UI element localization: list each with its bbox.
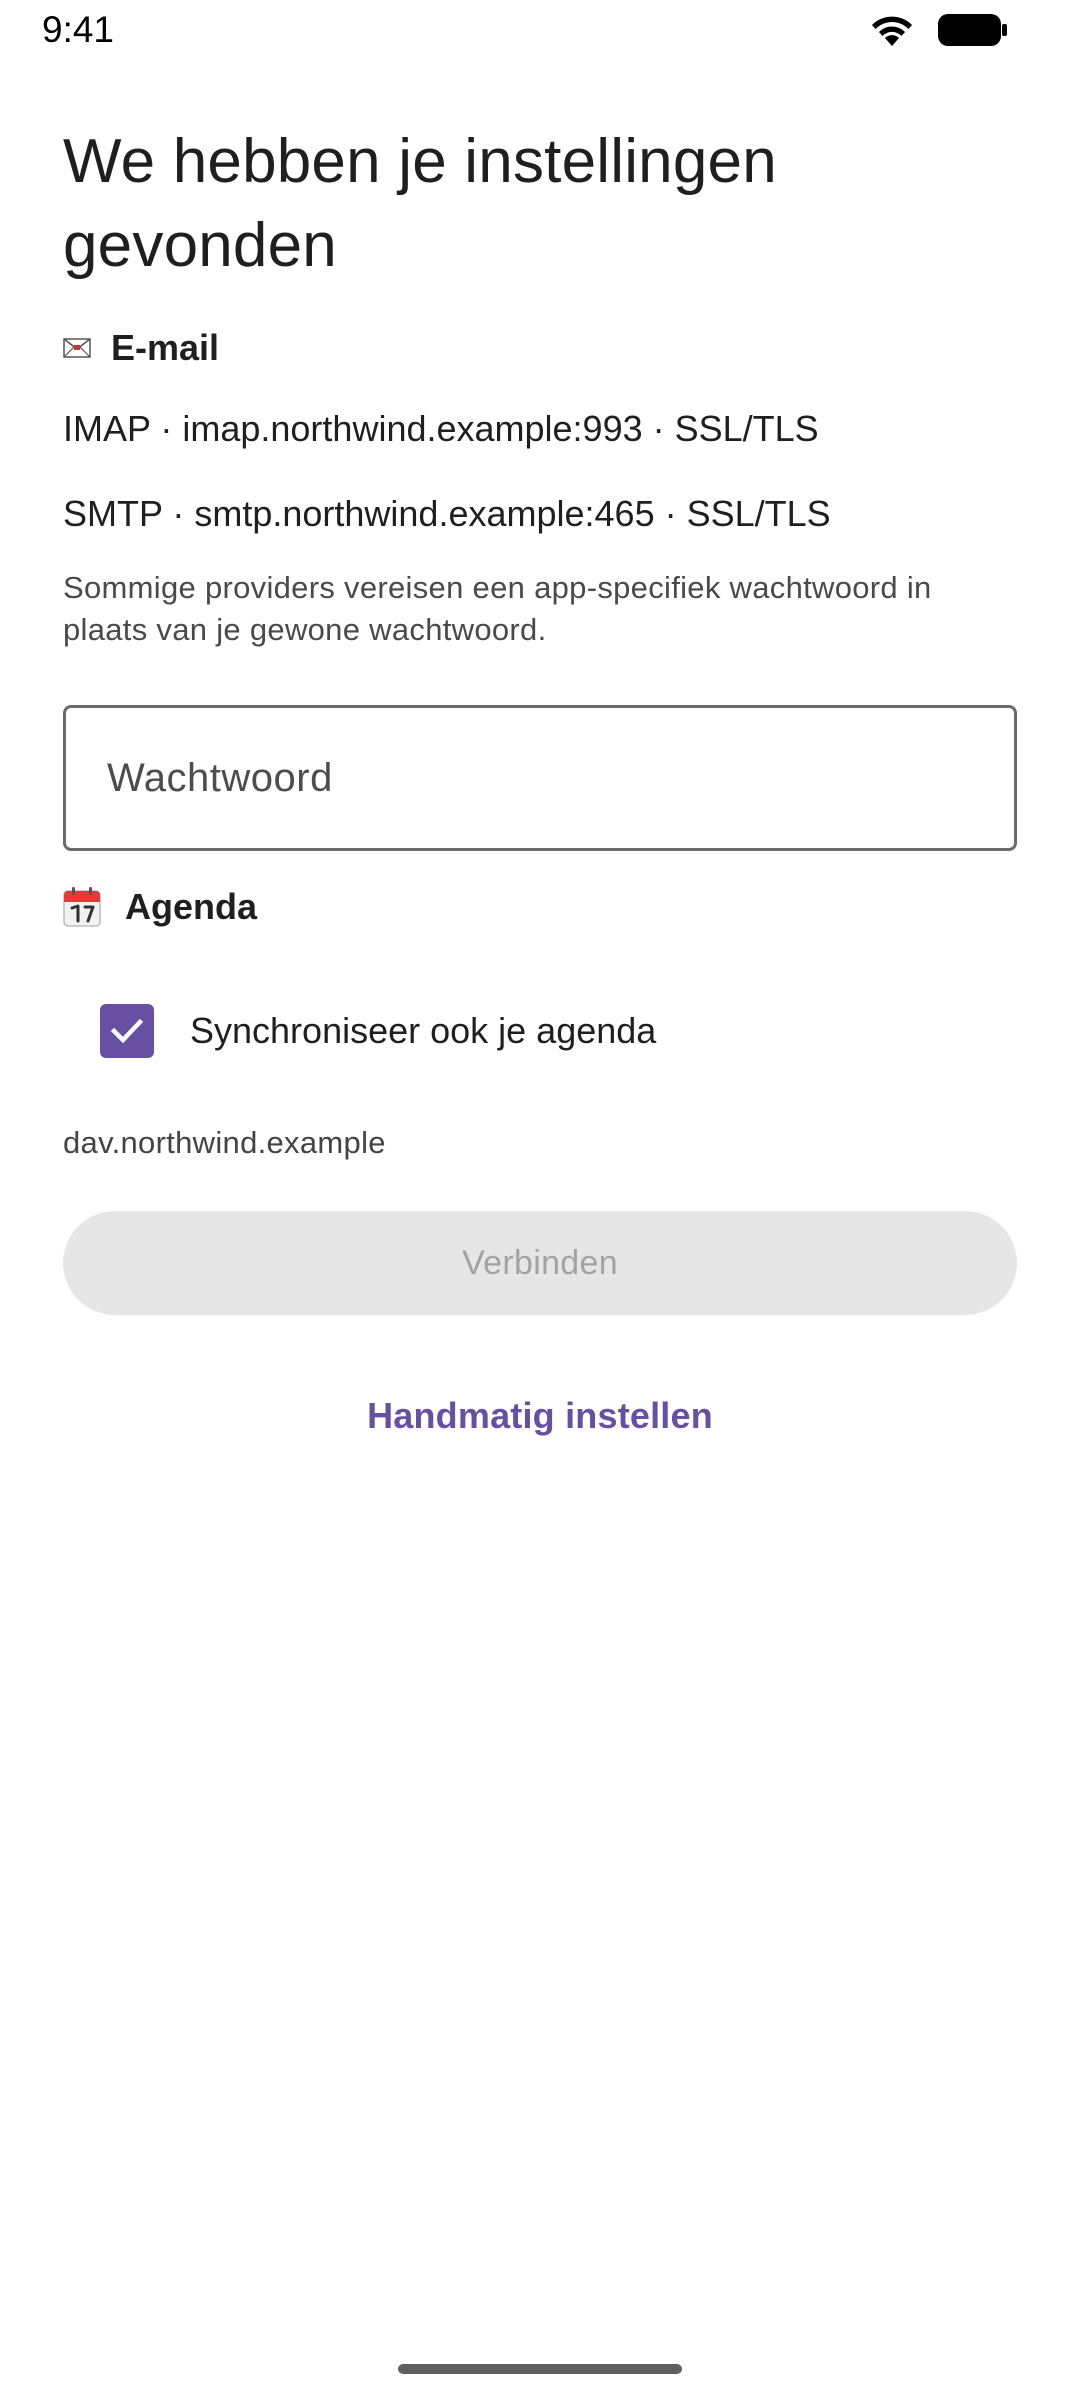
password-input[interactable]	[105, 754, 969, 802]
app-password-hint: Sommige providers vereisen een app-speci…	[63, 570, 932, 647]
email-section-header: E-mail	[63, 320, 1017, 376]
connect-button[interactable]: Verbinden	[63, 1211, 1017, 1315]
dav-server-info: dav.northwind.example	[63, 1125, 386, 1160]
imap-server-info: IMAP · imap.northwind.example:993 · SSL/…	[63, 408, 819, 449]
envelope-icon	[63, 338, 91, 358]
calendar-icon	[63, 887, 101, 927]
smtp-server-info: SMTP · smtp.northwind.example:465 · SSL/…	[63, 493, 831, 534]
home-indicator[interactable]	[398, 2364, 682, 2374]
email-section-label: E-mail	[111, 327, 220, 368]
calendar-section-label: Agenda	[125, 886, 258, 927]
sync-calendar-option[interactable]: Synchroniseer ook je agenda	[63, 1003, 1017, 1059]
sync-calendar-label: Synchroniseer ook je agenda	[190, 1010, 657, 1051]
sync-calendar-checkbox[interactable]	[100, 1004, 154, 1058]
battery-icon	[938, 14, 1007, 46]
manual-setup-link[interactable]: Handmatig instellen	[63, 1395, 1017, 1437]
checkmark-icon	[110, 1018, 144, 1044]
calendar-section-header: Agenda	[63, 879, 1017, 935]
status-bar: 9:41	[0, 0, 1080, 60]
setup-found-screen: 9:41 We hebben je instellingen gevonden	[0, 0, 1080, 2400]
page-title: We hebben je instellingen gevonden	[63, 127, 777, 280]
status-time: 9:41	[42, 9, 115, 50]
password-field[interactable]	[63, 705, 1017, 851]
status-icons	[868, 10, 1008, 50]
main-content: We hebben je instellingen gevonden E-mai…	[63, 120, 1017, 1437]
wifi-icon	[872, 16, 912, 46]
